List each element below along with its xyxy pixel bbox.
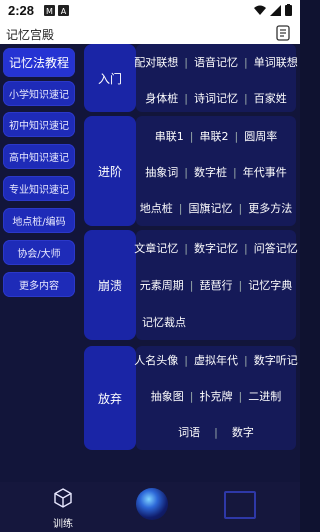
main-content: 记忆法教程 小学知识速记 初中知识速记 高中知识速记 专业知识速记 地点桩/编码…: [0, 44, 300, 482]
method-item[interactable]: 抽象图: [151, 388, 184, 404]
svg-text:A: A: [61, 7, 67, 16]
method-item[interactable]: 百家姓: [254, 90, 287, 106]
method-item[interactable]: 地点桩: [140, 200, 173, 216]
box-icon[interactable]: [224, 491, 256, 519]
document-icon[interactable]: [276, 25, 290, 41]
section-label: 入门: [97, 71, 122, 86]
sidebar-item-primary[interactable]: 小学知识速记: [3, 81, 75, 106]
sidebar-item-tutorial[interactable]: 记忆法教程: [3, 48, 75, 77]
method-item[interactable]: 串联1: [155, 128, 184, 144]
method-item[interactable]: 单词联想: [254, 54, 298, 70]
method-item[interactable]: 数字桩: [194, 164, 227, 180]
method-item[interactable]: 诗词记忆: [194, 90, 238, 106]
sidebar-item-label: 高中知识速记: [9, 153, 69, 164]
sidebar-item-location-peg[interactable]: 地点桩/编码: [3, 208, 75, 233]
method-item[interactable]: 记忆裁点: [142, 314, 186, 330]
signal-icon: [270, 4, 281, 16]
method-item[interactable]: 串联2: [200, 128, 229, 144]
notification-a-icon: A: [58, 5, 69, 16]
method-item[interactable]: 扑克牌: [200, 388, 233, 404]
method-item[interactable]: 身体桩: [145, 90, 178, 106]
method-item[interactable]: 国旗记忆: [189, 200, 233, 216]
method-item[interactable]: 数字听记: [254, 352, 298, 368]
wifi-icon: [254, 5, 266, 15]
sidebar-item-professional[interactable]: 专业知识速记: [3, 176, 75, 201]
method-item[interactable]: 文章记忆: [134, 240, 178, 256]
sidebar-item-label: 小学知识速记: [9, 90, 69, 101]
notification-m-icon: M: [44, 5, 55, 16]
sidebar-item-senior[interactable]: 高中知识速记: [3, 144, 75, 169]
sidebar-item-label: 专业知识速记: [9, 185, 69, 196]
sidebar-item-junior[interactable]: 初中知识速记: [3, 112, 75, 137]
method-item[interactable]: 二进制: [248, 388, 281, 404]
section-advanced: 进阶: [84, 116, 136, 226]
section-give-up: 放弃: [84, 346, 136, 450]
brain-ball-icon[interactable]: [136, 488, 168, 520]
nav-train[interactable]: 训练: [38, 487, 88, 530]
battery-icon: [285, 4, 292, 16]
method-item[interactable]: 抽象词: [145, 164, 178, 180]
method-item[interactable]: 琵琶行: [200, 277, 233, 293]
method-item[interactable]: 元素周期: [140, 277, 184, 293]
bottom-nav: 训练: [0, 482, 300, 532]
sidebar-item-label: 协会/大师: [17, 249, 61, 260]
section-label: 放弃: [97, 391, 122, 406]
sidebar-item-more[interactable]: 更多内容: [3, 272, 75, 297]
sidebar-item-label: 更多内容: [19, 281, 59, 292]
sidebar-item-label: 地点桩/编码: [12, 217, 66, 228]
status-bar: 2:28 M A: [0, 0, 300, 22]
section-label: 进阶: [97, 164, 122, 179]
method-item[interactable]: 词语: [178, 424, 200, 440]
nav-train-label: 训练: [53, 519, 73, 530]
sidebar-item-association[interactable]: 协会/大师: [3, 240, 75, 265]
method-item[interactable]: 更多方法: [248, 200, 292, 216]
method-item[interactable]: 记忆字典: [248, 277, 292, 293]
cube-icon: [54, 488, 72, 508]
page-title: 记忆宫殿: [6, 28, 55, 42]
app-header: 记忆宫殿: [0, 22, 300, 44]
section-beginner: 入门: [84, 44, 136, 112]
svg-text:M: M: [46, 7, 53, 16]
method-item[interactable]: 数字: [232, 424, 254, 440]
method-item[interactable]: 圆周率: [244, 128, 277, 144]
method-item[interactable]: 配对联想: [134, 54, 178, 70]
status-icons: [254, 4, 292, 16]
method-item[interactable]: 虚拟年代: [194, 352, 238, 368]
method-item[interactable]: 人名头像: [134, 352, 178, 368]
method-item[interactable]: 问答记忆: [254, 240, 298, 256]
method-item[interactable]: 数字记忆: [194, 240, 238, 256]
method-item[interactable]: 年代事件: [243, 164, 287, 180]
sidebar-item-label: 初中知识速记: [9, 121, 69, 132]
method-item[interactable]: 语音记忆: [194, 54, 238, 70]
status-time: 2:28: [8, 3, 35, 18]
section-label: 崩溃: [97, 278, 122, 293]
sidebar-item-label: 记忆法教程: [8, 56, 69, 70]
section-crash: 崩溃: [84, 230, 136, 340]
